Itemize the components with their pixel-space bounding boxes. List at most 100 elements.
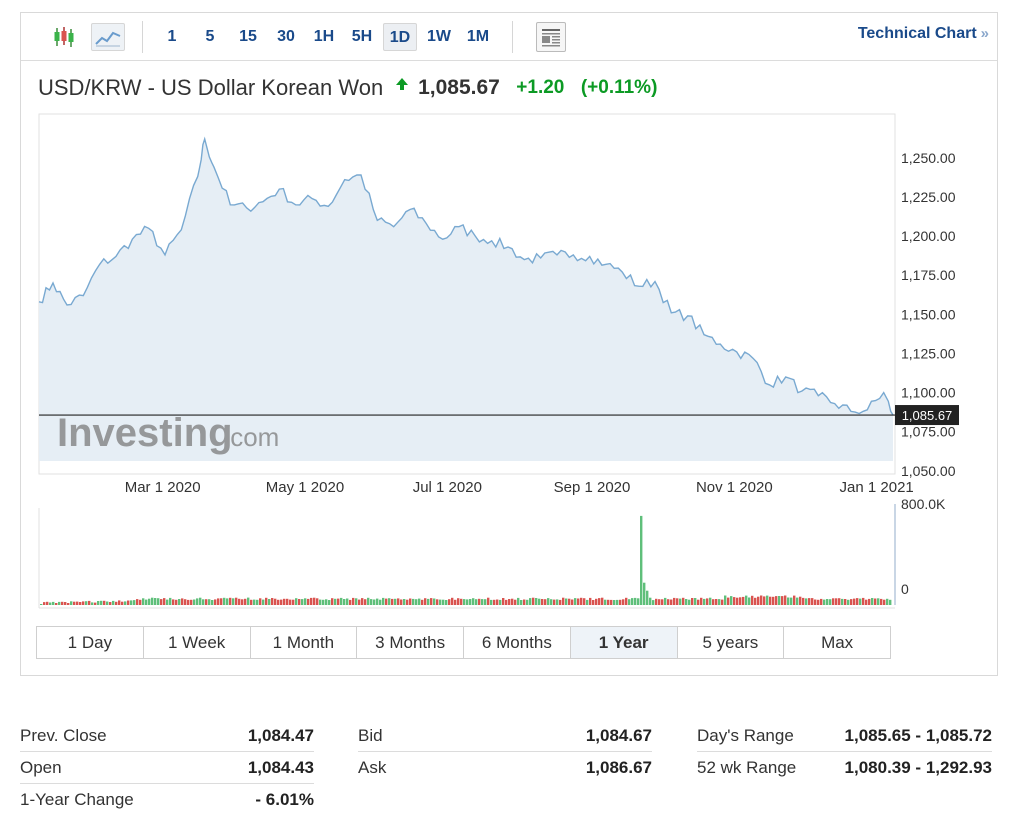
volume-bar (445, 600, 448, 605)
volume-bar (109, 602, 112, 605)
volume-bar (514, 599, 517, 605)
volume-bar (328, 600, 331, 605)
volume-bar (145, 599, 148, 605)
volume-bar (823, 599, 826, 605)
volume-bar (436, 599, 439, 605)
volume-bar (598, 598, 601, 605)
volume-bar (202, 599, 205, 605)
volume-bar (199, 597, 202, 605)
y-tick-label: 1,050.00 (901, 463, 956, 479)
stat-label: Day's Range (697, 726, 794, 745)
volume-bar (376, 598, 379, 605)
volume-bar (181, 598, 184, 605)
y-tick-label: 1,150.00 (901, 306, 956, 322)
volume-bar (424, 598, 427, 605)
volume-bar (520, 600, 523, 605)
volume-bar (61, 601, 64, 605)
volume-bar (658, 599, 661, 605)
volume-bar (211, 600, 214, 605)
price-chart[interactable]: Investing .com 1,085.67 1,250.00 1,225.00… (21, 13, 997, 628)
range-3-months[interactable]: 3 Months (357, 627, 464, 658)
volume-bar (403, 599, 406, 605)
volume-bar (319, 599, 322, 605)
volume-bar (418, 598, 421, 605)
volume-bar (838, 598, 841, 605)
volume-bar (859, 598, 862, 605)
volume-bar (550, 599, 553, 605)
volume-bar (643, 582, 646, 605)
volume-bar (400, 599, 403, 605)
volume-bar (268, 599, 271, 605)
volume-bar (508, 599, 511, 605)
volume-bar (226, 598, 229, 605)
volume-bar (178, 599, 181, 605)
volume-bar (235, 597, 238, 605)
range-max[interactable]: Max (784, 627, 890, 658)
volume-bar (250, 599, 253, 605)
range-1-day[interactable]: 1 Day (37, 627, 144, 658)
volume-bar (547, 598, 550, 605)
volume-bar (367, 597, 370, 605)
stat-1-year-change: 1-Year Change - 6.01% (20, 784, 314, 816)
volume-bar (592, 600, 595, 605)
volume-bar (475, 599, 478, 605)
volume-bar (793, 595, 796, 605)
range-1-year[interactable]: 1 Year (570, 627, 678, 658)
volume-bar (448, 599, 451, 605)
volume-bar (382, 597, 385, 605)
volume-bar (619, 599, 622, 605)
volume-bar (718, 599, 721, 605)
volume-bar (391, 598, 394, 605)
volume-bar (589, 597, 592, 605)
stat-value: 1,085.65 - 1,085.72 (844, 726, 992, 745)
volume-bar (427, 598, 430, 605)
volume-bar (388, 598, 391, 605)
volume-bar (796, 597, 799, 605)
volume-bar (595, 598, 598, 605)
volume-bar (238, 598, 241, 605)
volume-bar (118, 600, 121, 605)
volume-bar (259, 598, 262, 605)
volume-bar (757, 596, 760, 605)
volume-bar (316, 598, 319, 605)
volume-bar (172, 599, 175, 605)
volume-bar (814, 599, 817, 605)
y-tick-label: 1,225.00 (901, 189, 956, 205)
volume-bar (430, 598, 433, 605)
volume-bar (361, 598, 364, 605)
volume-bar (610, 599, 613, 605)
volume-bar (184, 599, 187, 605)
volume-bar (256, 599, 259, 605)
volume-bar (556, 599, 559, 605)
range-5-years[interactable]: 5 years (677, 627, 785, 658)
range-1-month[interactable]: 1 Month (250, 627, 358, 658)
volume-bar (889, 599, 892, 605)
volume-bar (634, 597, 637, 605)
volume-bar (244, 598, 247, 605)
volume-bar (40, 604, 43, 605)
volume-bar (607, 599, 610, 605)
watermark-brand: Investing (57, 411, 233, 455)
volume-bar (163, 598, 166, 605)
range-1-week[interactable]: 1 Week (143, 627, 251, 658)
stat-prev-close: Prev. Close 1,084.47 (20, 720, 314, 752)
volume-bar (874, 598, 877, 605)
volume-bar (877, 598, 880, 605)
volume-bar (265, 597, 268, 605)
volume-bar (46, 601, 49, 605)
volume-bar (616, 599, 619, 605)
stat-label: 52 wk Range (697, 758, 797, 777)
volume-bar (136, 599, 139, 605)
volume-bar (313, 597, 316, 605)
volume-bar (409, 598, 412, 605)
range-6-months[interactable]: 6 Months (464, 627, 571, 658)
volume-bar (370, 599, 373, 605)
volume-bar (787, 597, 790, 605)
volume-bar (739, 597, 742, 605)
volume-bar (844, 599, 847, 605)
volume-bar (565, 598, 568, 605)
volume-bar (247, 597, 250, 605)
volume-bar (229, 597, 232, 605)
volume-bar (868, 598, 871, 605)
volume-bar (523, 599, 526, 605)
